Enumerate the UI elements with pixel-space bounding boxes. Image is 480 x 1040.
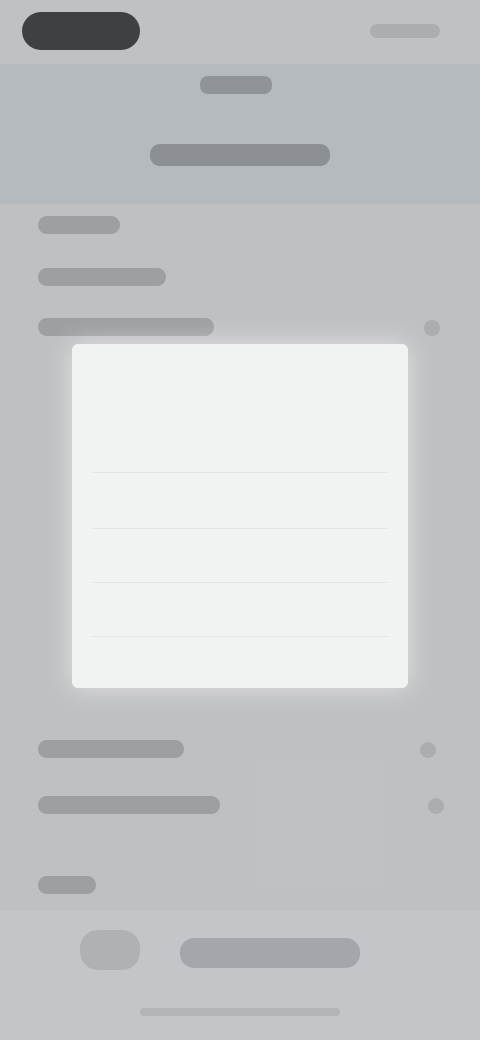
dialog-option-2[interactable]	[72, 532, 408, 578]
divider	[92, 528, 388, 529]
divider	[92, 582, 388, 583]
divider	[92, 636, 388, 637]
alert-dialog	[72, 344, 408, 688]
app-screen	[0, 0, 480, 1040]
divider	[92, 472, 388, 473]
dialog-option-4[interactable]	[72, 640, 408, 686]
dialog-option-3[interactable]	[72, 586, 408, 632]
dialog-option-1[interactable]	[72, 478, 408, 524]
